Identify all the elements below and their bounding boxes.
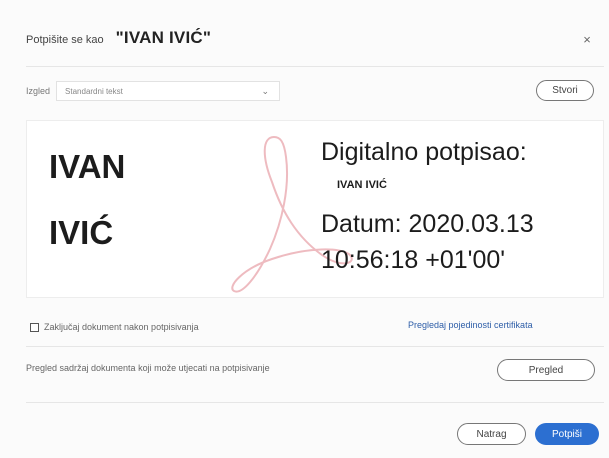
signature-name-line1: IVAN: [49, 148, 126, 185]
lock-document-label[interactable]: Zaključaj dokument nakon potpisivanja: [44, 322, 199, 332]
signature-info-date: Datum: 2020.03.13: [321, 210, 534, 238]
lock-document-checkbox[interactable]: [30, 322, 39, 332]
view-certificate-link[interactable]: Pregledaj pojedinosti certifikata: [408, 320, 533, 330]
lock-document-row[interactable]: Zaključaj dokument nakon potpisivanja: [30, 318, 199, 336]
header-divider: [26, 66, 604, 67]
dialog-title-prefix: Potpišite se kao: [26, 34, 104, 46]
signature-info-heading: Digitalno potpisao:: [321, 138, 527, 166]
close-icon[interactable]: ×: [579, 32, 595, 48]
signature-preview: IVAN IVIĆ Digitalno potpisao: IVAN IVIĆ …: [26, 120, 604, 298]
review-description: Pregled sadržaj dokumenta koji može utje…: [26, 363, 270, 373]
signature-info-time: 10:56:18 +01'00': [321, 246, 506, 274]
appearance-select[interactable]: Standardni tekst ⌄: [56, 81, 281, 101]
footer-divider: [26, 402, 604, 403]
chevron-down-icon: ⌄: [261, 85, 270, 96]
dialog-title-name: "IVAN IVIĆ": [115, 28, 212, 47]
appearance-label: Izgled: [26, 86, 51, 96]
options-divider: [26, 346, 604, 347]
appearance-row: Izgled Standardni tekst ⌄: [26, 80, 281, 102]
appearance-select-value: Standardni tekst: [65, 86, 123, 96]
sign-dialog: Potpišite se kao "IVAN IVIĆ" × Izgled St…: [0, 0, 609, 458]
sign-button[interactable]: Potpiši: [535, 423, 599, 445]
dialog-title: Potpišite se kao "IVAN IVIĆ": [26, 28, 211, 56]
review-button[interactable]: Pregled: [497, 359, 595, 381]
signature-info-signer: IVAN IVIĆ: [337, 179, 387, 191]
back-button[interactable]: Natrag: [457, 423, 526, 445]
create-button[interactable]: Stvori: [536, 80, 594, 101]
signature-name-line2: IVIĆ: [49, 214, 114, 251]
